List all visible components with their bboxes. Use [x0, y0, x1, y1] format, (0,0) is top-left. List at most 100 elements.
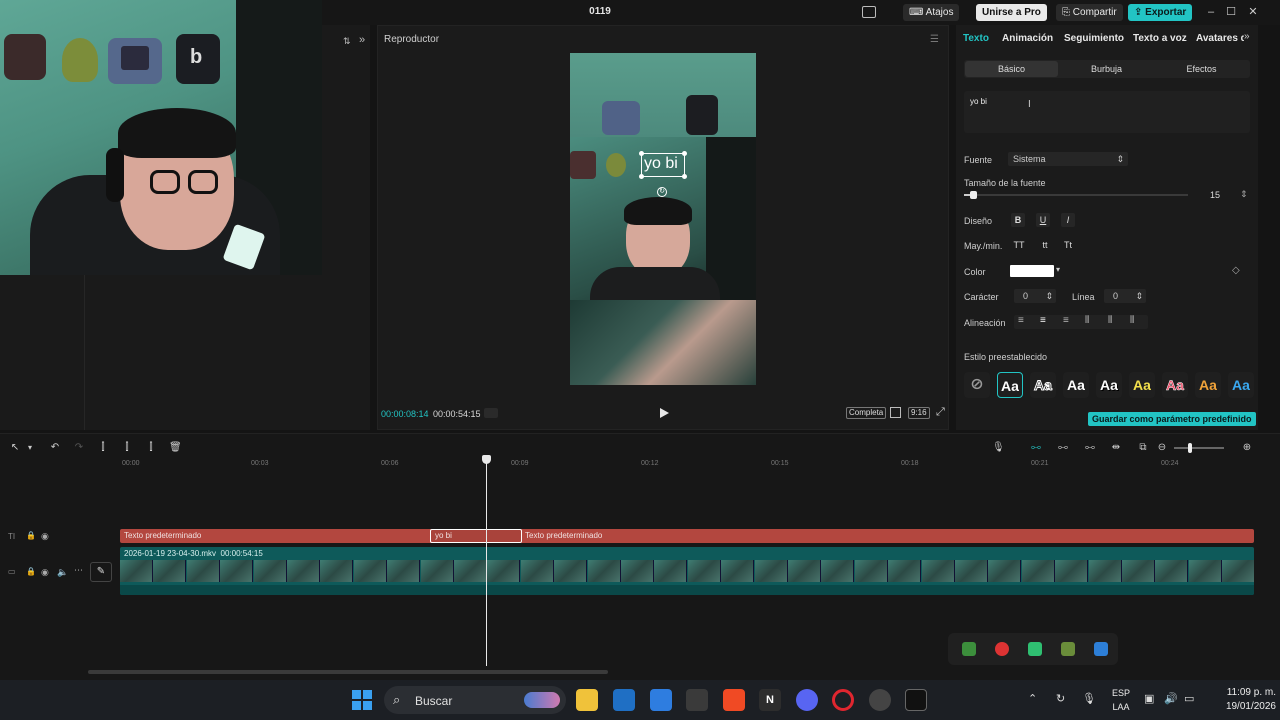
- undo-icon[interactable]: ↶: [49, 442, 61, 454]
- lock-icon[interactable]: 🔒: [26, 531, 36, 540]
- sort-icon[interactable]: ⇅: [343, 36, 351, 47]
- eye-icon[interactable]: ◉: [41, 531, 49, 542]
- share-button[interactable]: ⎘ Compartir: [1056, 4, 1123, 21]
- lowercase-button[interactable]: tt: [1038, 238, 1052, 252]
- align-vertical-center-icon[interactable]: ⫴: [1108, 315, 1112, 326]
- selected-text-clip[interactable]: yo bi: [430, 529, 522, 543]
- eye-icon[interactable]: ◉: [41, 567, 49, 578]
- minimize-icon[interactable]: –: [1204, 5, 1218, 19]
- trim-right-icon[interactable]: ⫿: [145, 442, 157, 454]
- edit-cover-icon[interactable]: ✎: [90, 562, 112, 582]
- align-center-icon[interactable]: ≡: [1040, 315, 1046, 326]
- keyframe-icon[interactable]: ◇: [1232, 265, 1240, 276]
- windows-start-icon[interactable]: [352, 690, 372, 710]
- join-pro-button[interactable]: Unirse a Pro: [976, 4, 1047, 21]
- stepper-icon[interactable]: ⇕: [1240, 189, 1248, 200]
- font-size-value[interactable]: 15: [1210, 190, 1220, 200]
- resize-handle[interactable]: [682, 174, 687, 179]
- text-clip-label[interactable]: Texto predeterminado: [525, 531, 602, 540]
- app-tray-icon[interactable]: [1028, 642, 1042, 656]
- save-preset-button[interactable]: Guardar como parámetro predefinido: [1088, 412, 1256, 426]
- color-swatch[interactable]: [1010, 265, 1054, 277]
- zoom-in-icon[interactable]: ⊕: [1241, 442, 1253, 454]
- dropbox-icon[interactable]: [650, 689, 672, 711]
- discord-icon[interactable]: [796, 689, 818, 711]
- clock[interactable]: 11:09 p. m. 19/01/2026: [1206, 686, 1276, 714]
- preset-style[interactable]: Aa: [997, 372, 1023, 398]
- align-left-icon[interactable]: ≡: [1018, 315, 1024, 326]
- more-tabs-icon[interactable]: »: [1244, 31, 1250, 42]
- timecode-toggle-icon[interactable]: [484, 408, 498, 418]
- app-tray-icon[interactable]: [995, 642, 1009, 656]
- shortcuts-button[interactable]: ⌨ Atajos: [903, 4, 960, 21]
- tab-seguimiento[interactable]: Seguimiento: [1064, 33, 1124, 44]
- font-size-slider[interactable]: [964, 191, 1188, 199]
- capcut-icon[interactable]: [905, 689, 927, 711]
- ratio-button[interactable]: 9:16: [908, 407, 930, 419]
- taskbar-search[interactable]: ⌕ Buscar: [384, 686, 566, 714]
- underline-button[interactable]: U: [1036, 213, 1050, 227]
- microphone-icon[interactable]: 🎙: [992, 442, 1005, 454]
- subtab-burbuja[interactable]: Burbuja: [1060, 60, 1153, 78]
- font-select[interactable]: Sistema ⇕: [1008, 152, 1128, 166]
- app-icon[interactable]: [613, 689, 635, 711]
- layout-icon[interactable]: [862, 6, 876, 18]
- more-icon[interactable]: ⋯: [74, 565, 83, 576]
- store-icon[interactable]: [686, 689, 708, 711]
- brave-icon[interactable]: [723, 689, 745, 711]
- volume-icon[interactable]: 🔈: [57, 567, 68, 578]
- play-icon[interactable]: [658, 407, 670, 419]
- resize-handle[interactable]: [639, 151, 644, 156]
- magnet-icon[interactable]: ⧟: [1057, 442, 1069, 454]
- tab-texto[interactable]: Texto: [963, 33, 989, 44]
- text-selection-box[interactable]: yo bi: [639, 151, 687, 179]
- text-content-input[interactable]: yo bi I: [964, 91, 1250, 133]
- subtab-efectos[interactable]: Efectos: [1155, 60, 1248, 78]
- chevron-down-icon[interactable]: ▾: [24, 442, 36, 454]
- bold-button[interactable]: B: [1011, 213, 1025, 227]
- resize-handle[interactable]: [682, 151, 687, 156]
- link-icon[interactable]: ⧟: [1030, 442, 1042, 454]
- resize-handle[interactable]: [639, 174, 644, 179]
- app-tray-icon[interactable]: [1061, 642, 1075, 656]
- align-right-icon[interactable]: ≡: [1063, 315, 1069, 326]
- rotate-handle-icon[interactable]: ↻: [657, 187, 667, 197]
- char-spacing-input[interactable]: 0 ⇕: [1014, 289, 1056, 303]
- export-button[interactable]: ⇪ Exportar: [1128, 4, 1193, 21]
- zoom-out-icon[interactable]: ⊖: [1156, 442, 1168, 454]
- align-vertical-bottom-icon[interactable]: ⫴: [1130, 315, 1134, 326]
- titlecase-button[interactable]: Tt: [1061, 238, 1075, 252]
- chevron-up-icon[interactable]: ⌃: [1028, 692, 1037, 705]
- video-track[interactable]: 2026-01-19 23-04-30.mkv 00:00:54:15: [120, 547, 1254, 595]
- chevron-down-icon[interactable]: ▾: [1056, 265, 1060, 274]
- tab-texto-a-voz[interactable]: Texto a voz: [1133, 33, 1187, 44]
- preset-style[interactable]: Aa: [1129, 372, 1155, 398]
- playhead[interactable]: [486, 456, 487, 666]
- crop-icon[interactable]: [890, 407, 901, 418]
- preset-style[interactable]: Aa: [1063, 372, 1089, 398]
- slider-handle[interactable]: [1188, 443, 1192, 453]
- language-indicator[interactable]: ESP LAA: [1108, 686, 1134, 714]
- preset-style[interactable]: Aa: [1030, 372, 1056, 398]
- line-spacing-input[interactable]: 0 ⇕: [1104, 289, 1146, 303]
- trim-left-icon[interactable]: ⫿: [121, 442, 133, 454]
- microphone-icon[interactable]: 🎙: [1082, 692, 1096, 705]
- defender-icon[interactable]: [1094, 642, 1108, 656]
- split-icon[interactable]: ⫿: [97, 442, 109, 454]
- preview-axis-icon[interactable]: ⇹: [1110, 442, 1122, 454]
- select-tool-icon[interactable]: ↖: [9, 442, 21, 454]
- chain-icon[interactable]: ⧟: [1084, 442, 1096, 454]
- tab-animacion[interactable]: Animación: [1002, 33, 1053, 44]
- obs-icon[interactable]: [869, 689, 891, 711]
- notion-icon[interactable]: N: [759, 689, 781, 711]
- preset-style[interactable]: Aa: [1162, 372, 1188, 398]
- monitor-icon[interactable]: ▣: [1144, 692, 1154, 705]
- menu-icon[interactable]: ☰: [930, 34, 939, 45]
- subtab-basico[interactable]: Básico: [965, 61, 1058, 77]
- slider-handle[interactable]: [970, 191, 977, 199]
- maximize-icon[interactable]: ☐: [1224, 5, 1238, 19]
- caption-icon[interactable]: ⧉: [1137, 442, 1149, 454]
- horizontal-scrollbar[interactable]: [88, 670, 608, 674]
- fit-button[interactable]: Completa: [846, 407, 887, 419]
- preset-style[interactable]: Aa: [1096, 372, 1122, 398]
